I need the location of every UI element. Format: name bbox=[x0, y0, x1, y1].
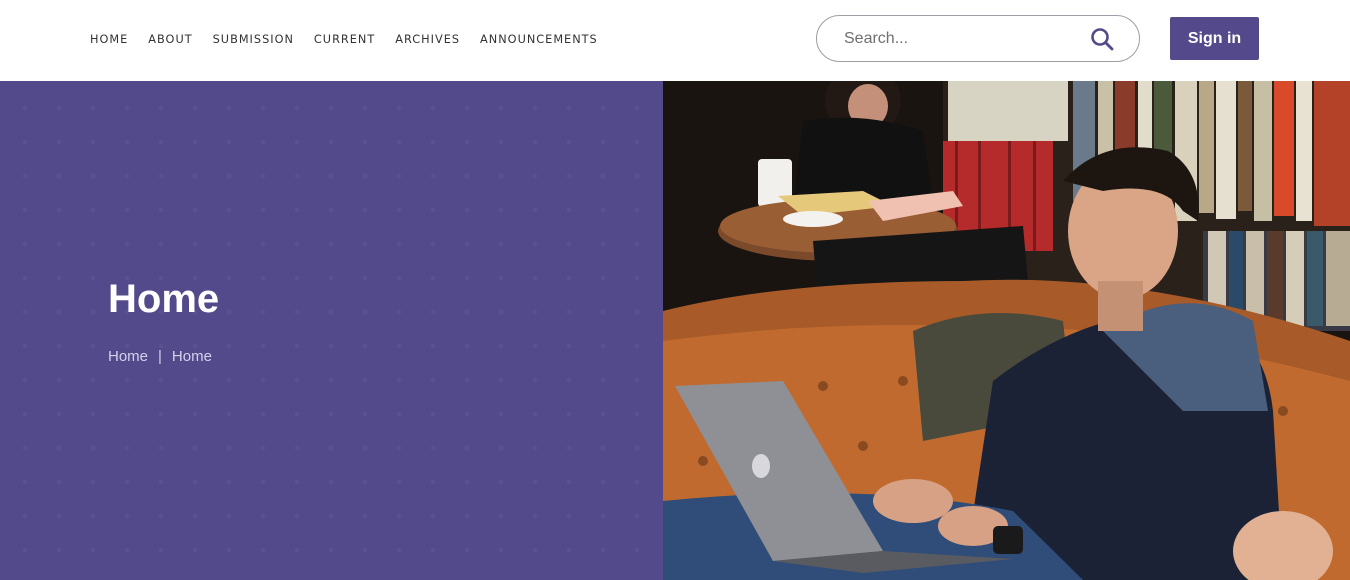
nav-item-submission[interactable]: SUBMISSION bbox=[213, 33, 294, 46]
site-header: HOME ABOUT SUBMISSION CURRENT ARCHIVES A… bbox=[0, 0, 1350, 81]
main-nav: HOME ABOUT SUBMISSION CURRENT ARCHIVES A… bbox=[90, 33, 618, 46]
student-laptop-illustration bbox=[663, 81, 1350, 580]
breadcrumb-home-link[interactable]: Home bbox=[108, 348, 148, 365]
search-icon[interactable] bbox=[1090, 27, 1114, 51]
breadcrumb: Home | Home bbox=[108, 348, 212, 365]
nav-item-archives[interactable]: ARCHIVES bbox=[395, 33, 460, 46]
nav-item-announcements[interactable]: ANNOUNCEMENTS bbox=[480, 33, 598, 46]
nav-item-about[interactable]: ABOUT bbox=[148, 33, 192, 46]
page-title: Home bbox=[108, 277, 220, 321]
hero-banner: Home Home | Home bbox=[0, 81, 663, 580]
breadcrumb-separator: | bbox=[158, 348, 162, 365]
breadcrumb-current: Home bbox=[171, 348, 212, 365]
nav-item-current[interactable]: CURRENT bbox=[314, 33, 375, 46]
search-input[interactable] bbox=[844, 29, 1074, 48]
search-box bbox=[816, 15, 1140, 62]
hero-photo bbox=[663, 81, 1350, 580]
sign-in-button[interactable]: Sign in bbox=[1170, 17, 1259, 60]
nav-item-home[interactable]: HOME bbox=[90, 33, 128, 46]
